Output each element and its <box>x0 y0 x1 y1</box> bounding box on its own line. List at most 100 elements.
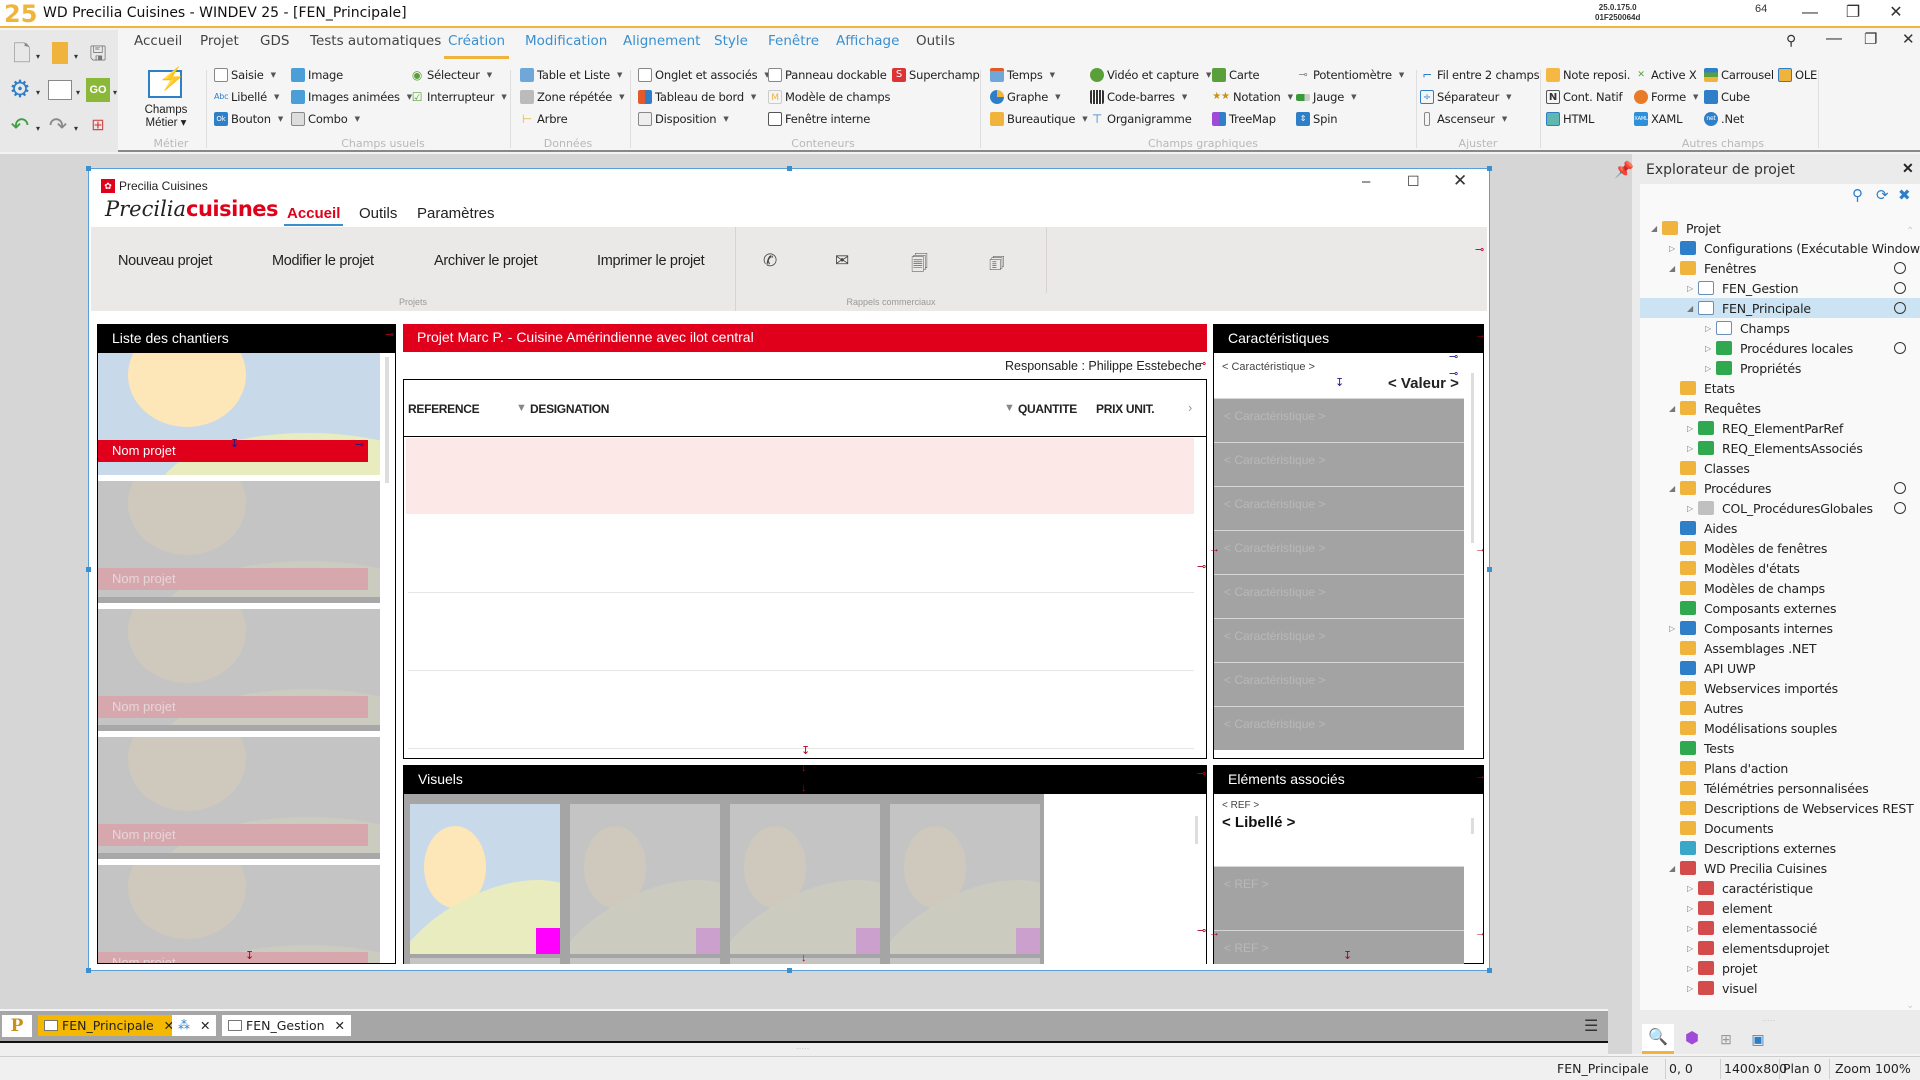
open-folder-icon[interactable] <box>52 42 68 64</box>
dropdown-arrow-icon[interactable]: ▼ <box>1693 93 1698 101</box>
resize-handle[interactable] <box>86 968 91 973</box>
imprimer-projet-button[interactable]: Imprimer le projet <box>597 253 705 269</box>
tree-node[interactable]: Modèles de champs <box>1640 578 1920 598</box>
tree-node[interactable]: ◢ WD Precilia Cuisines <box>1640 858 1920 878</box>
expand-icon[interactable]: ▷ <box>1684 924 1696 933</box>
tree-node[interactable]: Aides <box>1640 518 1920 538</box>
tree-node[interactable]: ▷ Propriétés <box>1640 358 1920 378</box>
explorer-search-icon[interactable]: ⚲ <box>1852 186 1863 204</box>
new-file-icon[interactable]: 🗋 <box>10 42 34 66</box>
tree-node[interactable]: ▷ Composants internes <box>1640 618 1920 638</box>
dropdown-arrow-icon[interactable]: ▼ <box>501 93 506 101</box>
dropdown-arrow-icon[interactable]: ▼ <box>1082 115 1087 123</box>
dropdown-arrow-icon[interactable]: ▼ <box>1206 71 1211 79</box>
search-icon[interactable]: ⚲ <box>1786 32 1796 49</box>
notation-button[interactable]: ★★ Notation ▼ <box>1212 90 1293 104</box>
expand-icon[interactable]: ▷ <box>1702 344 1714 353</box>
explorer-tree[interactable]: ◢ Projet ▷ Configurations (Exécutable Windo… <box>1640 210 1920 1010</box>
dropdown-arrow-icon[interactable]: ▼ <box>355 115 360 123</box>
expand-icon[interactable]: ▷ <box>1684 984 1696 993</box>
temps-button[interactable]: Temps ▼ <box>990 68 1055 82</box>
tree-node[interactable]: Assemblages .NET <box>1640 638 1920 658</box>
collapse-icon[interactable]: ◢ <box>1666 864 1678 873</box>
refresh-icon[interactable]: ⟳ <box>1876 186 1889 204</box>
ribbon-tab-outils[interactable]: Outils <box>916 33 955 49</box>
collapse-icon[interactable]: ◢ <box>1666 404 1678 413</box>
scroll-up-icon[interactable]: ⌃ <box>1906 226 1914 237</box>
archiver-projet-button[interactable]: Archiver le projet <box>434 253 538 269</box>
resize-handle[interactable] <box>1487 968 1492 973</box>
modifier-projet-button[interactable]: Modifier le projet <box>272 253 374 269</box>
fenetre-interne-button[interactable]: Fenêtre interne <box>768 112 870 126</box>
tree-node[interactable]: Tests <box>1640 738 1920 758</box>
forme-button[interactable]: Forme ▼ <box>1634 90 1698 104</box>
ribbon-tab-affichage[interactable]: Affichage <box>836 33 899 49</box>
visuel-item[interactable] <box>570 804 720 954</box>
collapse-icon[interactable]: ◢ <box>1666 264 1678 273</box>
new-dropdown-icon[interactable]: ▾ <box>36 52 40 61</box>
doc-tab-fen-principale[interactable]: FEN_Principale ✕ <box>38 1015 181 1036</box>
column-header-reference[interactable]: REFERENCE <box>408 402 480 416</box>
resize-handle[interactable] <box>1487 166 1492 171</box>
close-tab-icon[interactable]: ✕ <box>335 1015 345 1036</box>
ribbon-tab-modification[interactable]: Modification <box>525 33 607 49</box>
close-button[interactable]: ✕ <box>1876 2 1916 24</box>
chantier-item[interactable]: Nom projet <box>98 353 380 475</box>
visuels-scrollbar[interactable] <box>1195 816 1198 844</box>
dropdown-arrow-icon[interactable]: ▼ <box>487 71 492 79</box>
collapse-icon[interactable]: ◢ <box>1648 224 1660 233</box>
pin-icon[interactable]: 📌 <box>1614 160 1634 180</box>
tree-node[interactable]: Modélisations souples <box>1640 718 1920 738</box>
modele-champs-button[interactable]: M Modèle de champs <box>768 90 890 104</box>
cont-natif-button[interactable]: N Cont. Natif <box>1546 90 1623 104</box>
caracteristiques-list[interactable]: < Caractéristique > < Caractéristique > < … <box>1214 398 1464 758</box>
ribbon-tab-fenetre[interactable]: Fenêtre <box>768 33 819 49</box>
visuel-item[interactable] <box>890 804 1040 954</box>
dropdown-arrow-icon[interactable]: ▼ <box>1055 93 1060 101</box>
dropdown-arrow-icon[interactable]: ▼ <box>1506 93 1511 101</box>
gear-icon[interactable]: ⚙ <box>8 78 32 102</box>
caracteristique-row[interactable]: < Caractéristique > <box>1214 662 1464 706</box>
element-associe-row[interactable]: < REF > <box>1214 866 1464 930</box>
analysis-icon[interactable]: ⊞ <box>86 114 110 138</box>
caracteristique-row[interactable]: < Caractéristique > <box>1214 442 1464 486</box>
bouton-button[interactable]: Ok Bouton ▼ <box>214 112 283 126</box>
test-window-icon[interactable] <box>48 80 72 100</box>
disposition-button[interactable]: Disposition ▼ <box>638 112 729 126</box>
separateur-button[interactable]: ÷ Séparateur ▼ <box>1420 90 1512 104</box>
expand-icon[interactable]: ▷ <box>1684 504 1696 513</box>
elements-associes-scrollbar[interactable] <box>1471 818 1474 834</box>
collapse-icon[interactable]: ◢ <box>1666 484 1678 493</box>
ribbon-restore-button[interactable]: ❐ <box>1864 30 1877 48</box>
visuel-item[interactable] <box>410 804 560 954</box>
ole-button[interactable]: OLE <box>1778 68 1817 82</box>
tree-node[interactable]: ◢ Fenêtres <box>1640 258 1920 278</box>
dropdown-arrow-icon[interactable]: ▼ <box>1182 93 1187 101</box>
scroll-down-icon[interactable]: ⌄ <box>1906 1000 1914 1011</box>
chantier-item[interactable]: Nom projet <box>98 609 380 731</box>
code-barres-button[interactable]: Code-barres ▼ <box>1090 90 1187 104</box>
expand-icon[interactable]: ▷ <box>1702 364 1714 373</box>
resize-handle[interactable] <box>787 968 792 973</box>
mail-icon[interactable]: ✉ <box>835 251 849 271</box>
redo-icon[interactable]: ↷ <box>46 114 70 138</box>
resize-handle[interactable] <box>787 166 792 171</box>
onglet-button[interactable]: Onglet et associés ▼ <box>638 68 770 82</box>
filter-icon[interactable]: ▼ <box>1004 402 1015 414</box>
tree-node[interactable]: ▷ visuel <box>1640 978 1920 998</box>
dropdown-arrow-icon[interactable]: ▼ <box>271 71 276 79</box>
app-tab-outils[interactable]: Outils <box>359 205 397 222</box>
tree-node[interactable]: ◢ Projet <box>1640 218 1920 238</box>
phone-icon[interactable]: ✆ <box>763 251 777 271</box>
redo-dropdown-icon[interactable]: ▾ <box>74 124 78 133</box>
ribbon-tab-creation[interactable]: Création <box>443 33 510 59</box>
tree-node[interactable]: ▷ elementassocié <box>1640 918 1920 938</box>
cube-button[interactable]: Cube <box>1704 90 1750 104</box>
document-icon[interactable]: 🗐 <box>911 251 928 280</box>
dropdown-arrow-icon[interactable]: ▼ <box>1502 115 1507 123</box>
expand-icon[interactable]: ▷ <box>1684 424 1696 433</box>
caracteristique-row[interactable]: < Caractéristique > <box>1214 618 1464 662</box>
tree-node[interactable]: Modèles de fenêtres <box>1640 538 1920 558</box>
app-tab-parametres[interactable]: Paramètres <box>417 205 495 222</box>
visuel-item[interactable] <box>730 804 880 954</box>
